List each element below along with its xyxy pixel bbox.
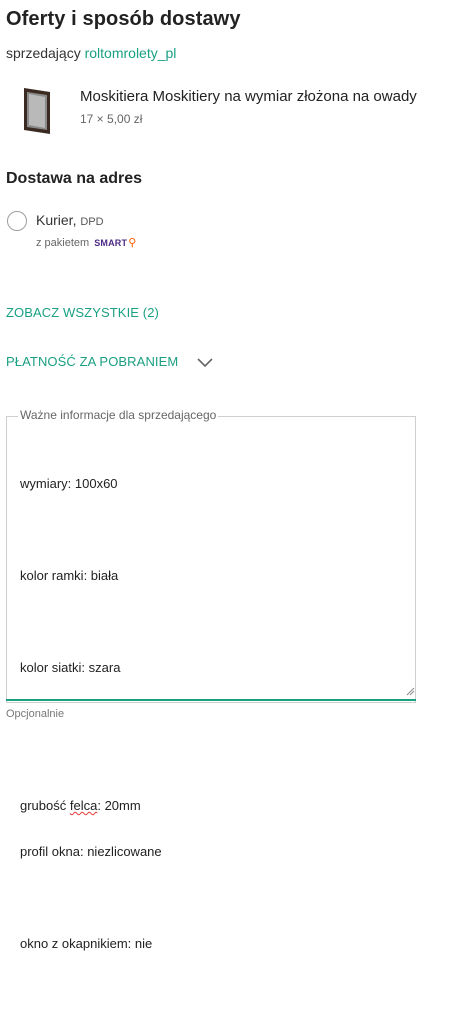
note-line: wymiary: 100x60: [20, 476, 118, 491]
chevron-down-icon: [197, 357, 213, 367]
courier-radio[interactable]: [7, 211, 27, 231]
seller-link[interactable]: roltomrolety_pl: [85, 45, 177, 61]
seller-line: sprzedający roltomrolety_pl: [6, 45, 176, 61]
payment-dropdown[interactable]: PŁATNOŚĆ ZA POBRANIEM: [6, 354, 214, 369]
product-name: Moskitiera Moskitiery na wymiar złożona …: [80, 88, 417, 105]
delivery-section-title: Dostawa na adres: [6, 170, 143, 187]
see-all-link[interactable]: ZOBACZ WSZYSTKIE (2): [6, 305, 159, 320]
product-thumbnail: [24, 88, 50, 134]
courier-option-label[interactable]: Kurier, DPD: [36, 212, 104, 228]
note-line: kolor siatki: szara: [20, 660, 121, 675]
product-price: 17 × 5,00 zł: [80, 112, 143, 126]
field-focus-underline: [6, 699, 416, 701]
package-label: z pakietem: [36, 236, 90, 249]
page-title: Oferty i sposób dostawy: [6, 8, 241, 30]
smart-badge: SMART ⚲: [94, 236, 136, 249]
note-line: okno z okapnikiem: nie: [20, 936, 153, 951]
smart-label: SMART: [94, 237, 128, 248]
resize-handle-icon[interactable]: [405, 686, 415, 696]
smart-package-info: z pakietem SMART ⚲: [36, 236, 136, 250]
note-line: profil okna: niezlicowane: [20, 844, 162, 859]
courier-label: Kurier,: [36, 212, 77, 228]
note-line: kolor ramki: biała: [20, 568, 119, 583]
payment-label: PŁATNOŚĆ ZA POBRANIEM: [6, 354, 179, 369]
note-text: : 20mm: [97, 798, 141, 813]
courier-carrier: DPD: [80, 216, 104, 228]
note-line: grubość felca: 20mm: [20, 737, 406, 813]
seller-note-content[interactable]: wymiary: 100x60 kolor ramki: biała kolor…: [20, 415, 406, 1013]
note-text: grubość: [20, 798, 70, 813]
seller-prefix: sprzedający: [6, 45, 81, 61]
misspelled-word: felca: [69, 798, 98, 813]
optional-helper-text: Opcjonalnie: [6, 708, 65, 720]
smart-pin-icon: ⚲: [128, 237, 137, 249]
